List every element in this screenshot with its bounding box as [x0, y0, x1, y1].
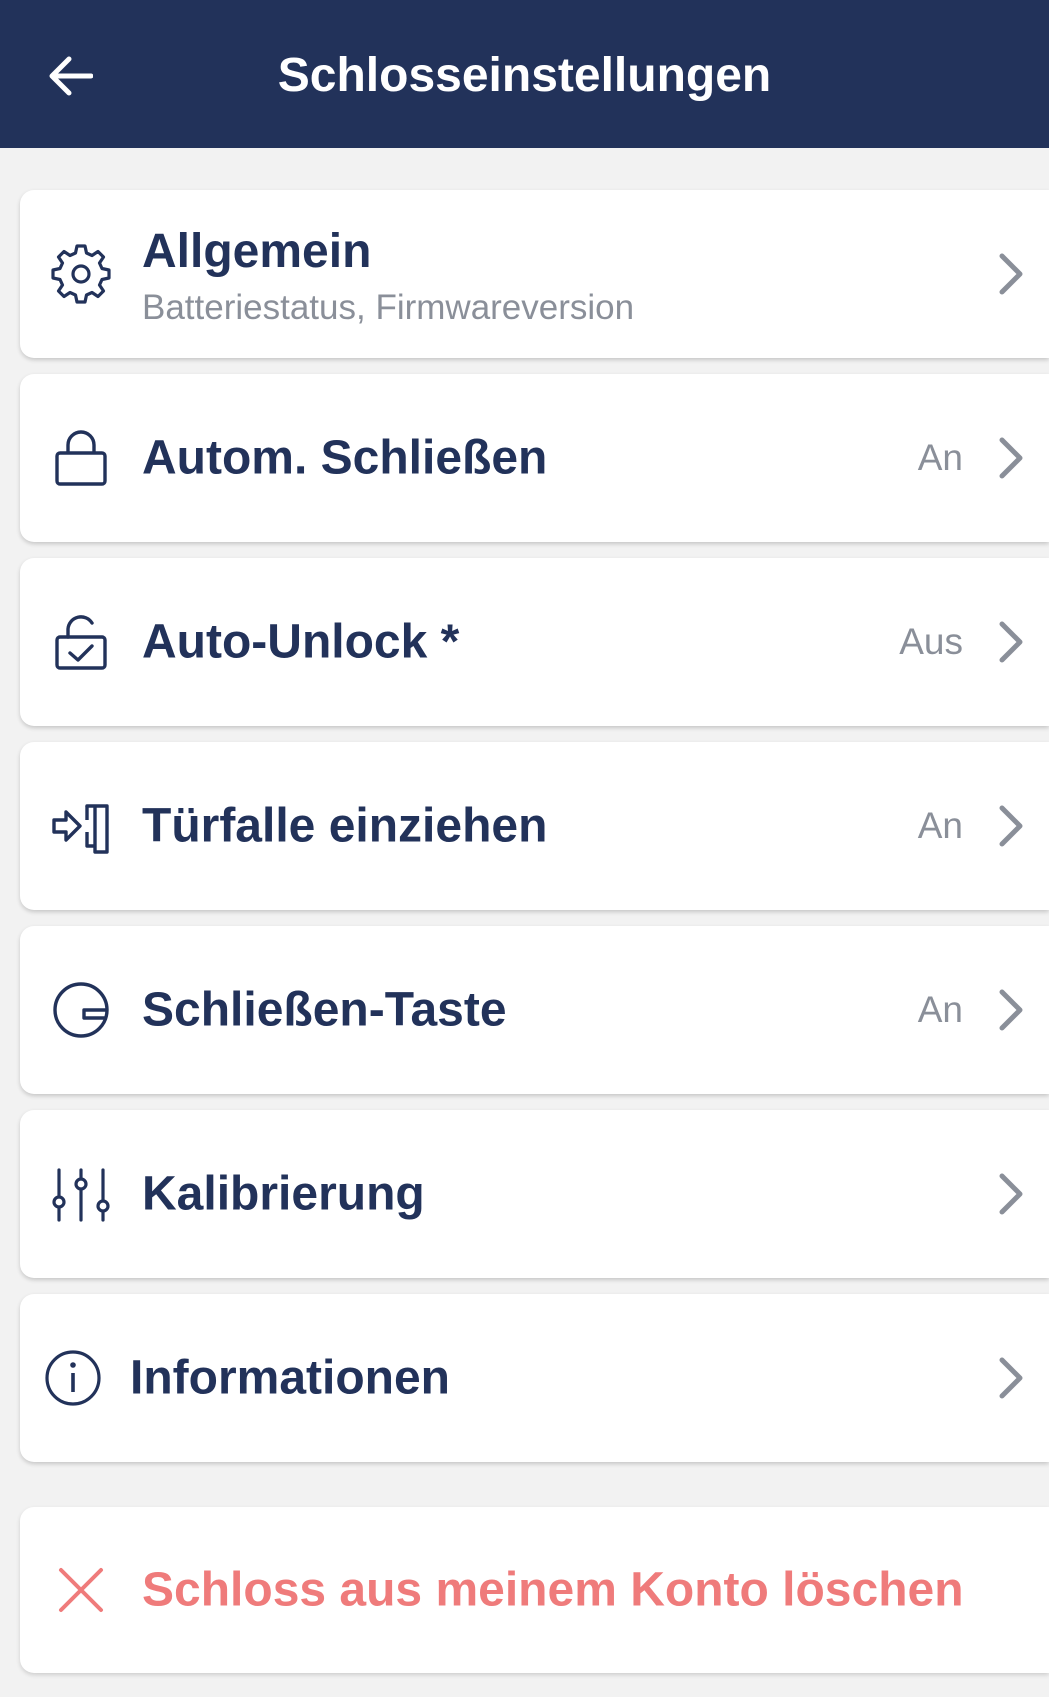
info-icon: [40, 1345, 106, 1411]
delete-lock-label: Schloss aus meinem Konto löschen: [142, 1563, 964, 1617]
lock-button-icon: [48, 977, 114, 1043]
settings-item-status: Aus: [899, 621, 963, 662]
settings-item-auto-unlock[interactable]: Auto-Unlock * Aus: [20, 558, 1049, 726]
settings-item-label: Auto-Unlock *: [142, 615, 460, 669]
settings-item-label: Autom. Schließen: [142, 431, 548, 485]
chevron-right-icon: [991, 250, 1031, 298]
sliders-icon: [48, 1161, 114, 1227]
settings-item-lock-button[interactable]: Schließen-Taste An: [20, 926, 1049, 1094]
settings-list: Allgemein Batteriestatus, Firmwareversio…: [20, 190, 1049, 1478]
settings-item-status: An: [917, 989, 963, 1030]
chevron-right-icon: [991, 1354, 1031, 1402]
settings-item-label: Informationen: [130, 1351, 450, 1405]
chevron-right-icon: [991, 434, 1031, 482]
settings-item-general[interactable]: Allgemein Batteriestatus, Firmwareversio…: [20, 190, 1049, 358]
settings-item-label: Schließen-Taste: [142, 983, 507, 1037]
delete-lock-button[interactable]: Schloss aus meinem Konto löschen: [20, 1507, 1049, 1673]
settings-item-subtitle: Batteriestatus, Firmwareversion: [142, 288, 635, 327]
lock-open-check-icon: [48, 609, 114, 675]
settings-item-status: An: [917, 805, 963, 846]
chevron-right-icon: [991, 802, 1031, 850]
chevron-right-icon: [991, 1170, 1031, 1218]
close-icon: [56, 1565, 106, 1615]
settings-item-label: Allgemein: [142, 225, 372, 278]
settings-item-label: Kalibrierung: [142, 1167, 425, 1221]
settings-item-calibration[interactable]: Kalibrierung: [20, 1110, 1049, 1278]
chevron-right-icon: [991, 986, 1031, 1034]
page-title: Schlosseinstellungen: [277, 49, 772, 102]
settings-item-information[interactable]: Informationen: [20, 1294, 1049, 1462]
app-header: Schlosseinstellungen: [0, 0, 1049, 148]
latch-pull-icon: [48, 793, 114, 859]
chevron-right-icon: [991, 618, 1031, 666]
settings-item-latch-pull[interactable]: Türfalle einziehen An: [20, 742, 1049, 910]
gear-icon: [48, 241, 114, 307]
lock-closed-icon: [48, 425, 114, 491]
settings-item-auto-lock[interactable]: Autom. Schließen An: [20, 374, 1049, 542]
settings-item-status: An: [917, 437, 963, 478]
settings-item-label: Türfalle einziehen: [142, 799, 548, 853]
